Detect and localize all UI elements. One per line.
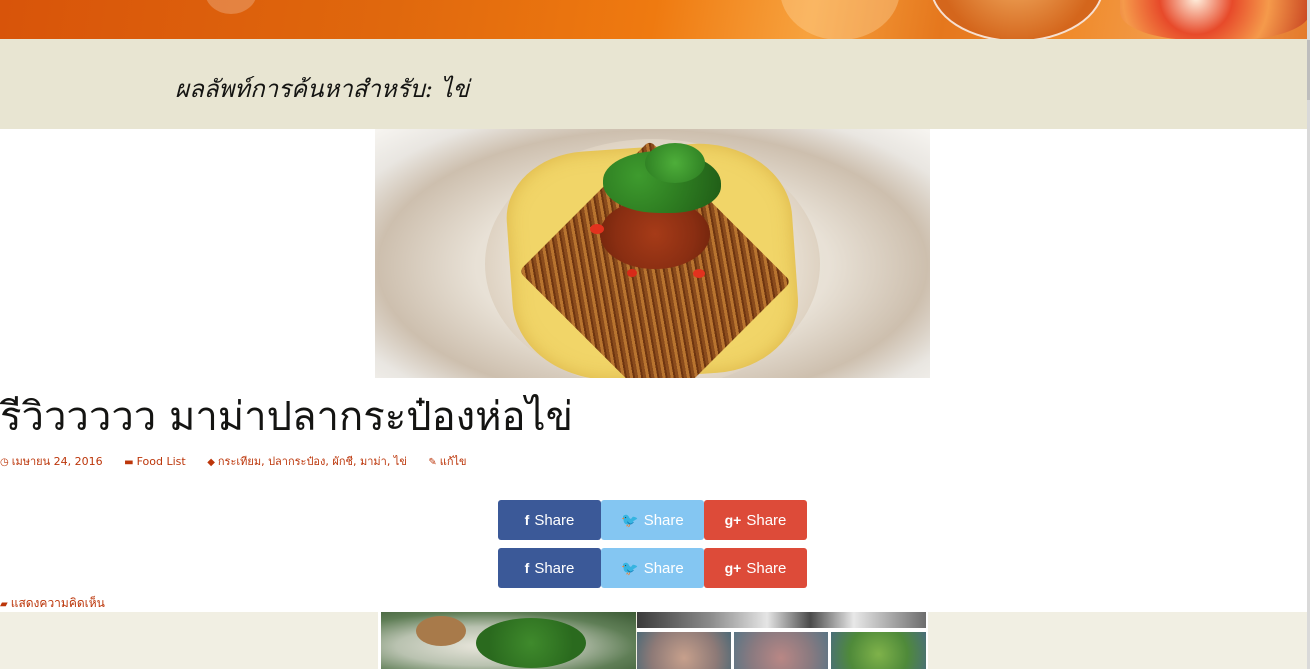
post-category-link[interactable]: ▬ Food List	[124, 455, 186, 468]
clock-icon: ◷	[0, 457, 9, 468]
twitter-icon: 🐦	[621, 560, 639, 576]
share-label: Share	[746, 512, 787, 529]
photo-tile	[637, 612, 926, 628]
site-header-banner	[0, 0, 1307, 39]
photo-tile	[734, 632, 828, 669]
banner-food-image	[1120, 0, 1307, 39]
facebook-share-button[interactable]: f Share	[498, 500, 601, 540]
search-results-header: ผลลัพท์การค้นหาสำหรับ: ไข่	[0, 39, 1307, 129]
twitter-share-button[interactable]: 🐦 Share	[601, 500, 704, 540]
share-label: Share	[643, 512, 684, 529]
banner-decoration	[780, 0, 900, 39]
chili	[627, 269, 637, 277]
post-edit-label: แก้ไข	[439, 455, 467, 468]
share-label: Share	[746, 560, 787, 577]
googleplus-icon: g+	[724, 560, 742, 576]
comment-link-label: แสดงความคิดเห็น	[10, 596, 105, 610]
search-results-title: ผลลัพท์การค้นหาสำหรับ: ไข่	[175, 75, 470, 103]
next-post-image-right[interactable]	[637, 612, 928, 669]
food-detail	[416, 616, 466, 646]
cilantro-garnish	[645, 143, 705, 183]
post-meta: ◷ เมษายน 24, 2016 ▬ Food List ◆ กระเทียม, ป…	[0, 452, 485, 470]
facebook-icon: f	[524, 560, 530, 576]
chili	[590, 224, 604, 234]
tag-icon: ◆	[207, 457, 215, 468]
share-label: Share	[534, 560, 575, 577]
banner-decoration	[205, 0, 257, 14]
share-label: Share	[534, 512, 575, 529]
food-detail	[476, 618, 586, 668]
banner-soup-bowl-image	[930, 0, 1104, 39]
post-date: เมษายน 24, 2016	[11, 455, 103, 468]
share-buttons-row: f Share 🐦 Share g+ Share	[498, 548, 808, 588]
comment-icon: ▰	[0, 599, 8, 610]
pencil-icon: ✎	[428, 457, 437, 468]
twitter-icon: 🐦	[621, 512, 639, 528]
post-edit-link[interactable]: ✎ แก้ไข	[428, 452, 466, 470]
folder-icon: ▬	[124, 457, 134, 468]
photo-tile	[637, 632, 731, 669]
post-tags-links[interactable]: ◆ กระเทียม, ปลากระป๋อง, ผักชี, มาม่า, ไข่	[207, 452, 407, 470]
twitter-share-button[interactable]: 🐦 Share	[601, 548, 704, 588]
post-featured-image[interactable]	[375, 129, 930, 378]
next-post-image-left[interactable]	[378, 612, 636, 669]
photo-tile	[831, 632, 926, 669]
googleplus-share-button[interactable]: g+ Share	[704, 548, 807, 588]
post-category: Food List	[136, 455, 186, 468]
post-date-link[interactable]: ◷ เมษายน 24, 2016	[0, 452, 103, 470]
post-title-link[interactable]: รีวิววววว มาม่าปลากระป๋องห่อไข่	[0, 384, 573, 448]
googleplus-share-button[interactable]: g+ Share	[704, 500, 807, 540]
googleplus-icon: g+	[724, 512, 742, 528]
facebook-share-button[interactable]: f Share	[498, 548, 601, 588]
facebook-icon: f	[524, 512, 530, 528]
share-label: Share	[643, 560, 684, 577]
share-buttons-row: f Share 🐦 Share g+ Share	[498, 500, 808, 540]
comment-link[interactable]: ▰ แสดงความคิดเห็น	[0, 594, 105, 613]
post-tags: กระเทียม, ปลากระป๋อง, ผักชี, มาม่า, ไข่	[217, 455, 407, 468]
chili	[693, 269, 705, 278]
